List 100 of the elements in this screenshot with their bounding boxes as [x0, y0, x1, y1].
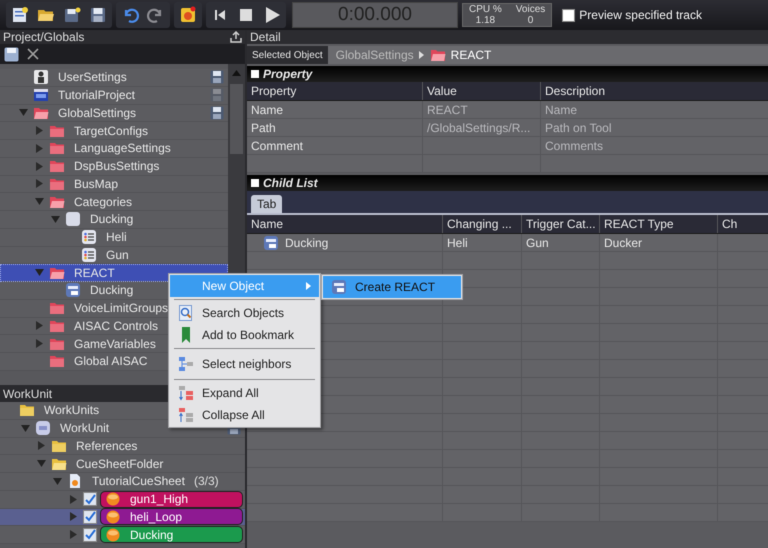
panel-title: Project/Globals [3, 30, 84, 44]
menu-item[interactable]: Expand All [170, 382, 319, 404]
voices-value: 0 [528, 15, 534, 26]
tree-item[interactable]: REACT [74, 266, 115, 280]
play-icon[interactable] [263, 6, 281, 24]
new-file-icon[interactable] [11, 6, 29, 24]
menu-item[interactable]: Create REACT [323, 276, 461, 298]
stop-icon[interactable] [237, 6, 255, 24]
collapse-tree-icon [178, 407, 194, 423]
cue-item[interactable]: Ducking [100, 526, 243, 544]
cpu-label: CPU % [469, 4, 502, 15]
ball-icon [106, 492, 120, 506]
document-icon [67, 473, 83, 490]
expanded-arrow-icon[interactable] [18, 108, 28, 118]
magnifier-icon [179, 305, 193, 321]
collapsed-arrow-icon[interactable] [34, 144, 44, 153]
item-count: (3/3) [194, 474, 219, 488]
table-cell: Path on Tool [541, 119, 768, 136]
column-header[interactable]: Property [247, 82, 423, 100]
collapsed-arrow-icon[interactable] [68, 530, 78, 540]
folder-icon [33, 106, 49, 120]
expanded-arrow-icon[interactable] [34, 268, 44, 278]
close-icon[interactable] [27, 48, 39, 60]
cue-item[interactable]: heli_Loop [100, 508, 243, 526]
folder-icon [49, 354, 65, 368]
tree-item[interactable]: WorkUnits [44, 403, 100, 418]
tree-item[interactable]: Heli [106, 230, 127, 244]
column-header[interactable]: Trigger Cat... [522, 215, 600, 233]
square-icon [65, 211, 81, 228]
section-title: Child List [263, 176, 318, 190]
checkbox[interactable] [562, 8, 576, 22]
menu-item[interactable]: New Object [170, 275, 319, 297]
tree-item[interactable]: Ducking [90, 212, 134, 226]
folder-icon [51, 438, 67, 453]
column-header[interactable]: Changing ... [443, 215, 522, 233]
collapsed-arrow-icon[interactable] [34, 126, 44, 136]
time-display: 0:00.000 [292, 2, 458, 28]
folder-icon [49, 141, 65, 156]
folder-icon [49, 301, 65, 316]
expanded-arrow-icon[interactable] [50, 214, 60, 224]
table-cell: Comment [247, 137, 423, 154]
folder-icon [51, 456, 67, 471]
expanded-arrow-icon[interactable] [20, 424, 30, 433]
tree-item[interactable]: Gun [106, 248, 129, 262]
column-header[interactable]: Name [247, 215, 443, 233]
breadcrumb-item[interactable]: GlobalSettings [336, 48, 414, 62]
collapsed-arrow-icon[interactable] [34, 321, 44, 330]
cue-item[interactable]: gun1_High [100, 490, 243, 508]
panel-title: WorkUnit [3, 386, 52, 400]
tree-item[interactable]: TutorialCueSheet [92, 474, 185, 488]
tree-item[interactable]: BusMap [74, 176, 118, 191]
column-header[interactable]: REACT Type [600, 215, 718, 233]
voices-label: Voices [516, 4, 546, 15]
checkbox[interactable] [83, 528, 97, 542]
collapsed-arrow-icon[interactable] [34, 162, 44, 171]
table-cell: Heli [447, 236, 468, 250]
table-cell: Ducking [285, 236, 328, 250]
column-header[interactable]: Description [541, 82, 768, 100]
expanded-arrow-icon[interactable] [52, 476, 62, 486]
hierarchy-icon [178, 356, 194, 372]
section-title: Property [263, 67, 312, 81]
table-cell: Comments [541, 137, 768, 154]
table-cell: Name [541, 101, 768, 118]
menu-item[interactable]: Select neighbors [170, 351, 319, 377]
menu-item[interactable]: Add to Bookmark [170, 324, 319, 346]
breadcrumb-item[interactable]: REACT [450, 48, 492, 62]
collapsed-arrow-icon[interactable] [36, 441, 46, 450]
collapsed-arrow-icon[interactable] [34, 339, 44, 348]
square-icon [251, 70, 259, 78]
checkbox[interactable] [83, 510, 97, 524]
checkbox[interactable] [83, 492, 97, 506]
tree-item[interactable]: Ducking [90, 283, 134, 298]
window-icon [65, 282, 81, 298]
expanded-arrow-icon[interactable] [36, 459, 46, 468]
chevron-icon [418, 51, 425, 59]
menu-item[interactable]: Search Objects [170, 302, 319, 324]
column-header[interactable]: Ch [718, 215, 768, 233]
expanded-arrow-icon[interactable] [34, 197, 44, 206]
table-cell: REACT [423, 101, 541, 118]
table-cell: Gun [526, 236, 549, 250]
folder-icon [49, 159, 65, 174]
table-cell: Ducker [604, 236, 642, 250]
collapsed-arrow-icon[interactable] [68, 494, 78, 504]
ball-icon [106, 510, 120, 524]
tab[interactable]: Tab [251, 195, 282, 213]
save-icon[interactable] [89, 6, 107, 24]
save-all-icon[interactable] [63, 6, 81, 24]
export-icon[interactable] [230, 31, 242, 43]
table-cell: Path [247, 119, 423, 136]
robot-icon [33, 69, 49, 86]
menu-item[interactable]: Collapse All [170, 404, 319, 426]
save-icon[interactable] [4, 46, 19, 62]
folder-icon [49, 124, 65, 138]
cue-sheet-icon[interactable] [179, 6, 197, 24]
collapsed-arrow-icon[interactable] [34, 179, 44, 188]
folder-icon [19, 403, 35, 418]
collapsed-arrow-icon[interactable] [68, 512, 78, 522]
column-header[interactable]: Value [423, 82, 541, 100]
table-cell: Name [247, 101, 423, 118]
tree-item[interactable]: WorkUnit [60, 421, 110, 436]
